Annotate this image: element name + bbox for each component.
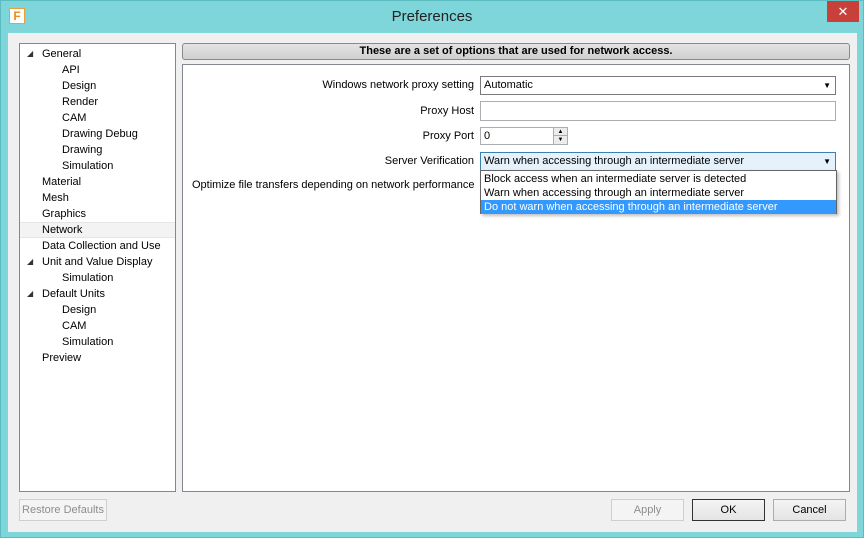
close-window-button[interactable]: ✕ xyxy=(827,1,859,22)
tree-item[interactable]: ◢ General xyxy=(20,46,175,62)
section-description: These are a set of options that are used… xyxy=(182,43,850,60)
proxy-setting-label: Windows network proxy setting xyxy=(322,79,474,91)
restore-defaults-button[interactable]: Restore Defaults xyxy=(19,499,107,521)
tree-item[interactable]: Preview xyxy=(20,350,175,366)
tree-item-label: Render xyxy=(62,96,99,108)
tree-item[interactable]: Drawing Debug xyxy=(20,126,175,142)
cancel-button[interactable]: Cancel xyxy=(773,499,846,521)
tree-item[interactable]: Design xyxy=(20,302,175,318)
apply-button[interactable]: Apply xyxy=(611,499,684,521)
window-title: Preferences xyxy=(391,8,473,25)
proxy-setting-select[interactable]: Automatic ▼ xyxy=(480,76,836,95)
chevron-down-icon: ▼ xyxy=(823,157,831,166)
preferences-window: F Preferences ✕ ◢ General API Design Render C… xyxy=(0,0,864,538)
tree-item-label: Design xyxy=(62,80,97,92)
tree-item[interactable]: CAM xyxy=(20,110,175,126)
tree-item-label: Preview xyxy=(42,352,82,364)
tree-item[interactable]: Mesh xyxy=(20,190,175,206)
server-verification-value: Warn when accessing through an intermedi… xyxy=(484,155,745,167)
server-verification-select[interactable]: Warn when accessing through an intermedi… xyxy=(480,152,836,171)
proxy-port-label: Proxy Port xyxy=(422,130,474,142)
dropdown-option[interactable]: Block access when an intermediate server… xyxy=(481,172,836,186)
stepper-buttons: ▲ ▼ xyxy=(553,128,567,144)
dropdown-option[interactable]: Do not warn when accessing through an in… xyxy=(481,200,836,214)
tree-item[interactable]: Data Collection and Use xyxy=(20,238,175,254)
tree-item-label: API xyxy=(62,64,80,76)
tree-item-label: Simulation xyxy=(62,336,114,348)
tree-item-label: Data Collection and Use xyxy=(42,240,161,252)
tree-item[interactable]: Render xyxy=(20,94,175,110)
proxy-port-stepper[interactable]: 0 ▲ ▼ xyxy=(480,127,568,145)
tree-item-label: Drawing Debug xyxy=(62,128,138,140)
tree-item[interactable]: Network xyxy=(20,222,175,238)
tree-item[interactable]: Simulation xyxy=(20,270,175,286)
tree-item[interactable]: Material xyxy=(20,174,175,190)
tree-item-label: Mesh xyxy=(42,192,69,204)
tree-item-label: Simulation xyxy=(62,272,114,284)
tree-item-label: Default Units xyxy=(42,288,105,300)
tree-item-label: CAM xyxy=(62,112,87,124)
tree-item-label: CAM xyxy=(62,320,87,332)
tree-item[interactable]: Graphics xyxy=(20,206,175,222)
network-settings-panel: Windows network proxy setting Automatic … xyxy=(182,64,850,492)
expand-triangle-icon[interactable]: ◢ xyxy=(27,46,37,62)
tree-item-label: Simulation xyxy=(62,160,114,172)
expand-triangle-icon[interactable]: ◢ xyxy=(27,254,37,270)
title-bar[interactable]: F Preferences ✕ xyxy=(1,1,863,33)
tree-item-label: Material xyxy=(42,176,82,188)
tree-item-label: Graphics xyxy=(42,208,87,220)
tree-item[interactable]: Design xyxy=(20,78,175,94)
server-verification-dropdown-list[interactable]: Block access when an intermediate server… xyxy=(480,170,837,214)
ok-button[interactable]: OK xyxy=(692,499,765,521)
proxy-host-input[interactable] xyxy=(480,101,836,121)
proxy-setting-value: Automatic xyxy=(484,79,533,91)
tree-item[interactable]: CAM xyxy=(20,318,175,334)
tree-item-label: Network xyxy=(42,224,83,236)
tree-item[interactable]: API xyxy=(20,62,175,78)
stepper-down-icon[interactable]: ▼ xyxy=(554,136,567,144)
dropdown-option[interactable]: Warn when accessing through an intermedi… xyxy=(481,186,836,200)
tree-item-label: General xyxy=(42,48,82,60)
tree-item-label: Drawing xyxy=(62,144,103,156)
dialog-client-area: ◢ General API Design Render CAM Drawing Debug D… xyxy=(8,33,857,532)
preferences-tree[interactable]: ◢ General API Design Render CAM Drawing Debug D… xyxy=(19,43,176,492)
chevron-down-icon: ▼ xyxy=(823,81,831,90)
stepper-up-icon[interactable]: ▲ xyxy=(554,128,567,136)
server-verification-label: Server Verification xyxy=(384,155,474,167)
tree-item-label: Unit and Value Display xyxy=(42,256,153,268)
optimize-transfers-label: Optimize file transfers depending on net… xyxy=(192,179,475,191)
proxy-port-value: 0 xyxy=(484,130,491,142)
tree-item[interactable]: Simulation xyxy=(20,334,175,350)
tree-item[interactable]: Simulation xyxy=(20,158,175,174)
proxy-host-label: Proxy Host xyxy=(420,105,474,117)
tree-item-label: Design xyxy=(62,304,97,316)
tree-item[interactable]: ◢ Unit and Value Display xyxy=(20,254,175,270)
tree-item[interactable]: Drawing xyxy=(20,142,175,158)
close-icon: ✕ xyxy=(837,3,849,19)
expand-triangle-icon[interactable]: ◢ xyxy=(27,286,37,302)
tree-item[interactable]: ◢ Default Units xyxy=(20,286,175,302)
